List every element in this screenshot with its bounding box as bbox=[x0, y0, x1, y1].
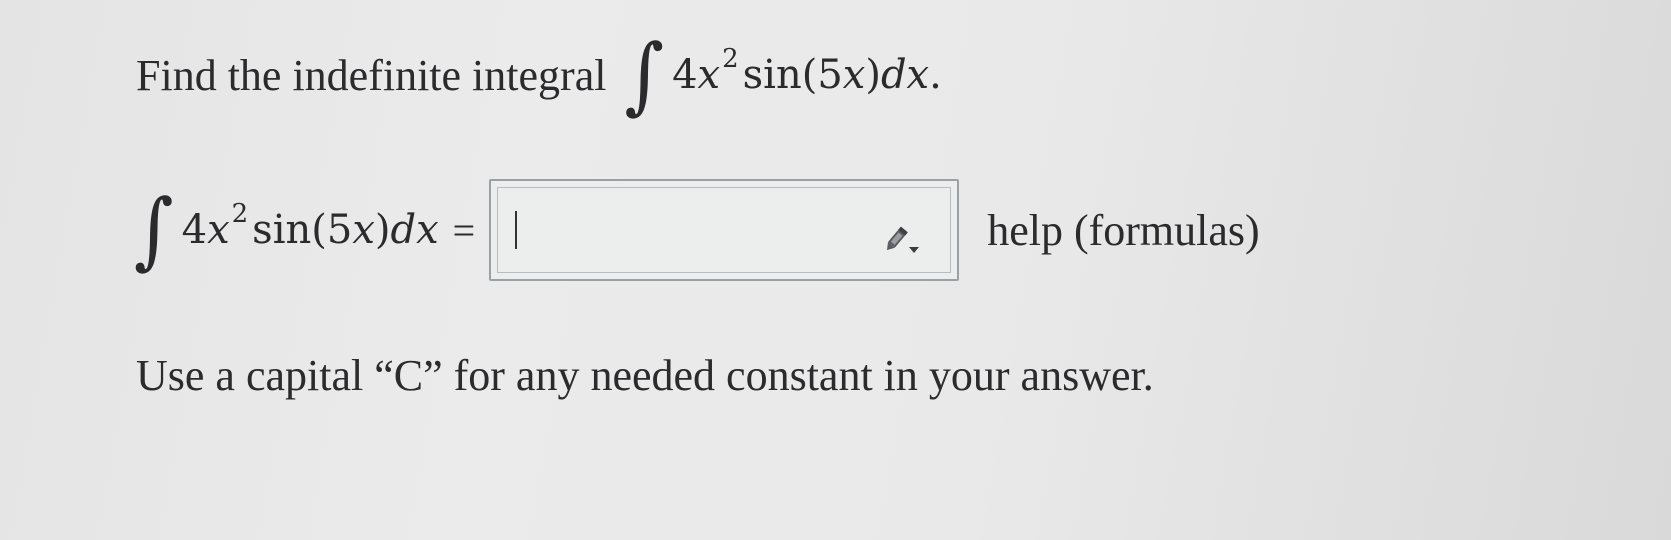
pencil-dropdown-icon[interactable] bbox=[883, 217, 923, 253]
function-variable: x bbox=[842, 52, 866, 98]
differential: d bbox=[880, 52, 907, 98]
function-name: sin(5 bbox=[252, 207, 353, 253]
differential-variable: x bbox=[906, 52, 930, 98]
help-formulas-link[interactable]: help (formulas) bbox=[987, 205, 1259, 256]
coefficient: 4 bbox=[672, 52, 698, 98]
equals-sign: = bbox=[452, 207, 476, 253]
instruction-text: Use a capital “C” for any needed constan… bbox=[136, 350, 1154, 400]
pencil-icon bbox=[887, 226, 920, 253]
answer-row: ∫ 4 x 2 sin(5 x ) d x = help (formulas) bbox=[134, 170, 1260, 290]
answer-input[interactable] bbox=[489, 179, 960, 281]
coefficient: 4 bbox=[181, 207, 208, 253]
variable: x bbox=[207, 207, 230, 253]
differential-variable: x bbox=[416, 207, 439, 253]
function-close: ) bbox=[374, 207, 391, 253]
variable: x bbox=[697, 52, 721, 98]
exponent: 2 bbox=[231, 199, 249, 229]
question-prompt: Find the indefinite integral ∫ 4 x 2 sin… bbox=[136, 30, 942, 120]
exponent: 2 bbox=[722, 44, 739, 74]
text-cursor bbox=[515, 211, 518, 249]
function-close: ) bbox=[865, 52, 881, 98]
integral-symbol: ∫ bbox=[624, 25, 665, 124]
end-punctuation: . bbox=[929, 52, 942, 98]
caret-down-icon bbox=[909, 247, 920, 253]
instruction-note: Use a capital “C” for any needed constan… bbox=[136, 340, 1154, 410]
question-page: Find the indefinite integral ∫ 4 x 2 sin… bbox=[0, 0, 1671, 540]
answer-integral-expression: ∫ 4 x 2 sin(5 x ) d x bbox=[134, 188, 439, 272]
function-name: sin(5 bbox=[742, 52, 843, 98]
differential: d bbox=[390, 207, 417, 253]
function-variable: x bbox=[352, 207, 375, 253]
integral-symbol: ∫ bbox=[134, 180, 174, 279]
prompt-text: Find the indefinite integral bbox=[136, 50, 607, 100]
integral-expression: ∫ 4 x 2 sin(5 x ) d x . bbox=[624, 33, 942, 117]
